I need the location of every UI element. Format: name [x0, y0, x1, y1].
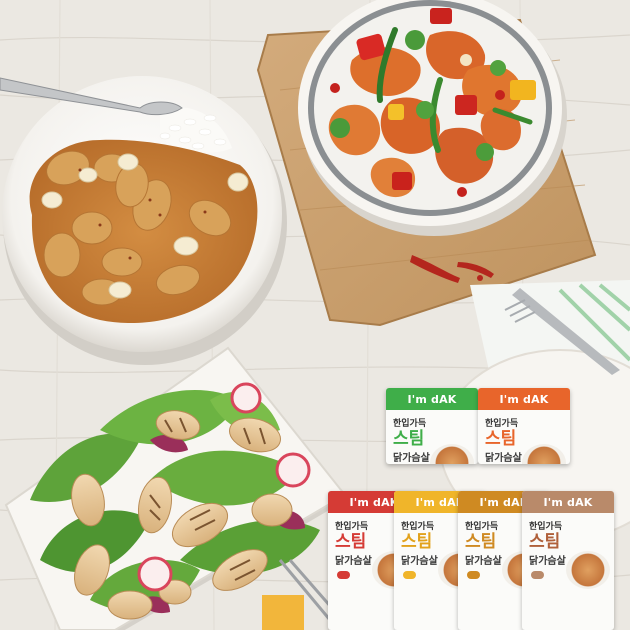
- flavor-dot: [337, 571, 350, 579]
- brand-logo: I'm dAK: [407, 392, 457, 406]
- product-bowl-image: [566, 551, 610, 589]
- pack-line1: 한입가득: [529, 522, 563, 532]
- flavor-dot: [403, 571, 416, 579]
- food-photo: I'm dAK 한입가득 스팀 닭가슴살 I'm dAK 한입가득 스팀 닭가슴…: [0, 0, 630, 630]
- flavor-dot: [531, 571, 544, 579]
- brand-logo: I'm dAK: [499, 392, 549, 406]
- product-pack-1: I'm dAK 한입가득 스팀 닭가슴살: [386, 388, 478, 464]
- brand-logo: I'm dAK: [543, 495, 593, 509]
- cheese: [262, 595, 304, 630]
- pack-line1: 한입가득: [393, 419, 427, 429]
- product-pack-2: I'm dAK 한입가득 스팀 닭가슴살: [478, 388, 570, 464]
- pack-line2: 스팀: [485, 429, 517, 449]
- brand-logo: I'm dAK: [349, 495, 399, 509]
- pack-line2: 스팀: [529, 532, 561, 552]
- pack-band: I'm dAK: [522, 491, 614, 513]
- pack-line1: 한입가득: [485, 419, 519, 429]
- pack-band: I'm dAK: [478, 388, 570, 410]
- pack-line2: 스팀: [393, 429, 425, 449]
- flavor-dot: [467, 571, 480, 579]
- product-pack-6: I'm dAK 한입가득 스팀 닭가슴살: [522, 491, 614, 630]
- pack-band: I'm dAK: [386, 388, 478, 410]
